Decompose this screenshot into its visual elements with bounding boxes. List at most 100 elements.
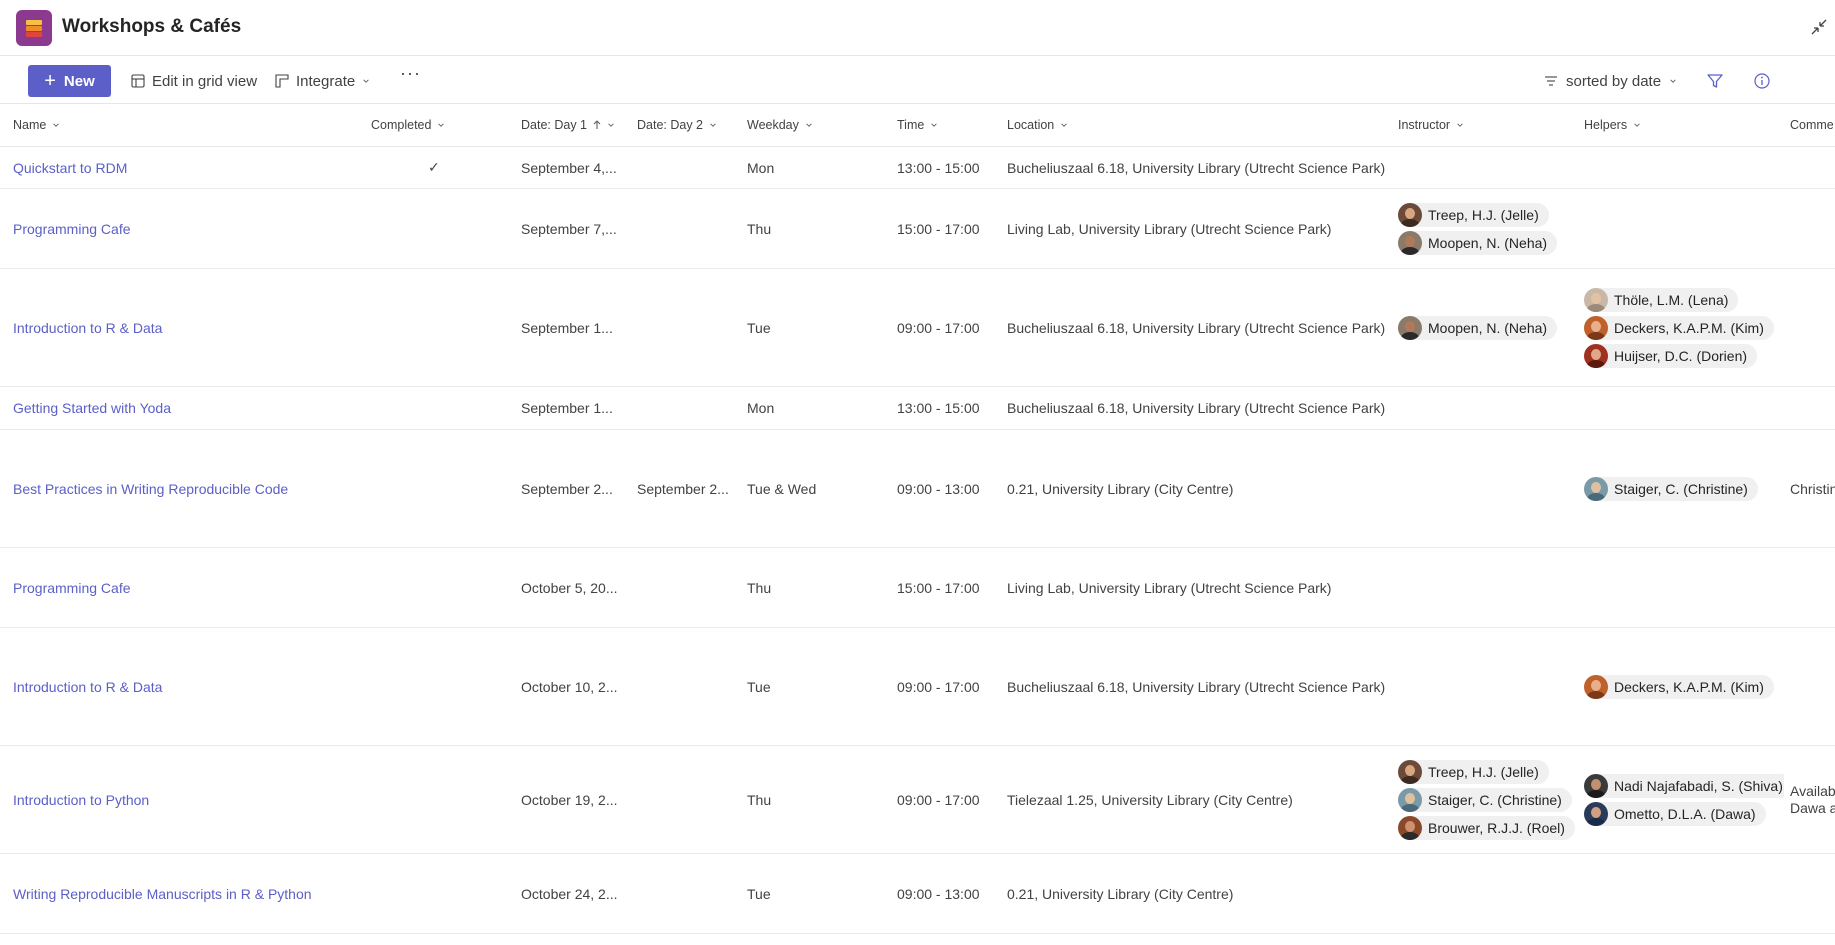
item-name-link[interactable]: Best Practices in Writing Reproducible C… [13, 430, 353, 547]
date-day1-cell: September 4,... [521, 159, 617, 176]
item-name-link[interactable]: Getting Started with Yoda [13, 387, 353, 429]
column-header-row: Name Completed Date: Day 1 Date: Day 2 W… [0, 105, 1835, 147]
page-title: Workshops & Cafés [62, 16, 242, 37]
chevron-down-icon [1670, 79, 1676, 83]
sort-label: sorted by date [1566, 72, 1662, 90]
column-header-helpers[interactable]: Helpers [1584, 118, 1641, 132]
person-chip[interactable]: Huijser, D.C. (Dorien) [1584, 343, 1758, 368]
location-cell: Bucheliuszaal 6.18, University Library (… [1007, 678, 1386, 695]
person-chip[interactable]: Nadi Najafabadi, S. (Shiva) [1584, 773, 1784, 798]
person-chip[interactable]: Treep, H.J. (Jelle) [1398, 202, 1549, 227]
time-cell: 09:00 - 17:00 [897, 678, 980, 695]
item-name-link[interactable]: Introduction to R & Data [13, 269, 353, 386]
location-cell: 0.21, University Library (City Centre) [1007, 480, 1234, 497]
table-row[interactable]: Introduction to Python October 19, 2... … [0, 746, 1835, 854]
person-chip[interactable]: Deckers, K.A.P.M. (Kim) [1584, 674, 1774, 699]
chevron-down-icon [438, 123, 445, 127]
column-header-completed[interactable]: Completed [371, 118, 445, 132]
instructor-cell: Treep, H.J. (Jelle) Moopen, N. (Neha) [1398, 189, 1580, 268]
location-cell: Living Lab, University Library (Utrecht … [1007, 220, 1332, 237]
person-chip[interactable]: Ometto, D.L.A. (Dawa) [1584, 801, 1766, 826]
column-header-name[interactable]: Name [13, 118, 60, 132]
integrate-button[interactable]: Integrate [275, 65, 370, 97]
weekday-cell: Thu [747, 220, 772, 237]
weekday-cell: Tue [747, 678, 771, 695]
column-header-location[interactable]: Location [1007, 118, 1068, 132]
time-cell: 09:00 - 17:00 [897, 319, 980, 336]
info-icon[interactable] [1752, 71, 1772, 91]
column-header-weekday[interactable]: Weekday [747, 118, 813, 132]
app-logo-icon [16, 10, 52, 46]
table-row[interactable]: Quickstart to RDM ✓ September 4,... Mon … [0, 147, 1835, 189]
table-row[interactable]: Getting Started with Yoda September 1...… [0, 387, 1835, 430]
person-chip[interactable]: Treep, H.J. (Jelle) [1398, 759, 1549, 784]
table-row[interactable]: Programming Cafe September 7,... Thu 15:… [0, 189, 1835, 269]
column-header-date-day1[interactable]: Date: Day 1 [521, 118, 615, 132]
person-chip[interactable]: Staiger, C. (Christine) [1398, 787, 1572, 812]
date-day1-cell: September 7,... [521, 220, 617, 237]
chevron-down-icon [931, 123, 938, 127]
chevron-down-icon [53, 123, 60, 127]
chevron-down-icon [608, 123, 614, 127]
table-row[interactable]: Introduction to R & Data September 1... … [0, 269, 1835, 387]
weekday-cell: Thu [747, 579, 772, 596]
avatar [1398, 787, 1422, 812]
avatar [1584, 315, 1608, 340]
person-chip[interactable]: Brouwer, R.J.J. (Roel) [1398, 815, 1575, 840]
integrate-icon [275, 74, 289, 88]
column-header-comments[interactable]: Comme [1790, 118, 1834, 132]
location-cell: Bucheliuszaal 6.18, University Library (… [1007, 159, 1386, 176]
chevron-down-icon [1457, 123, 1463, 127]
comment-text: Availab Dawa a [1790, 782, 1835, 816]
avatar [1584, 773, 1608, 798]
column-header-instructor[interactable]: Instructor [1398, 118, 1464, 132]
table-row[interactable]: Introduction to R & Data October 10, 2..… [0, 628, 1835, 746]
time-cell: 15:00 - 17:00 [897, 220, 980, 237]
command-bar: + New Edit in grid view Integrate ··· so… [0, 57, 1835, 104]
date-day2-cell [637, 147, 737, 188]
item-name-link[interactable]: Introduction to Python [13, 746, 353, 853]
plus-icon: + [44, 70, 56, 92]
person-chip[interactable]: Thöle, L.M. (Lena) [1584, 287, 1739, 312]
column-header-date-day2[interactable]: Date: Day 2 [637, 118, 717, 132]
avatar [1398, 815, 1422, 840]
avatar [1398, 759, 1422, 784]
collapse-icon[interactable] [1808, 16, 1830, 38]
person-chip[interactable]: Staiger, C. (Christine) [1584, 476, 1758, 501]
edit-grid-view-button[interactable]: Edit in grid view [131, 65, 257, 97]
person-chip[interactable]: Deckers, K.A.P.M. (Kim) [1584, 315, 1774, 340]
item-name-link[interactable]: Quickstart to RDM [13, 147, 353, 188]
person-chip[interactable]: Moopen, N. (Neha) [1398, 315, 1558, 340]
helpers-cell: Deckers, K.A.P.M. (Kim) [1584, 628, 1784, 745]
location-cell: 0.21, University Library (City Centre) [1007, 885, 1234, 902]
table-row[interactable]: Programming Cafe October 5, 20... Thu 15… [0, 548, 1835, 628]
time-cell: 13:00 - 15:00 [897, 400, 980, 416]
item-name-link[interactable]: Writing Reproducible Manuscripts in R & … [13, 854, 353, 933]
column-header-time[interactable]: Time [897, 118, 938, 132]
table-row[interactable]: Best Practices in Writing Reproducible C… [0, 430, 1835, 548]
more-options-button[interactable]: ··· [400, 63, 421, 84]
item-name-link[interactable]: Introduction to R & Data [13, 628, 353, 745]
time-cell: 09:00 - 13:00 [897, 480, 980, 497]
sort-dropdown[interactable]: sorted by date [1544, 65, 1677, 97]
table-row[interactable]: Writing Reproducible Manuscripts in R & … [0, 854, 1835, 934]
sort-lines-icon [1545, 76, 1557, 86]
avatar [1398, 202, 1422, 227]
date-day1-cell: October 24, 2... [521, 885, 618, 902]
weekday-cell: Thu [747, 791, 772, 808]
chevron-down-icon [710, 123, 716, 127]
avatar [1584, 476, 1608, 501]
item-name-link[interactable]: Programming Cafe [13, 548, 353, 627]
weekday-cell: Tue & Wed [747, 480, 817, 497]
new-button[interactable]: + New [28, 65, 111, 97]
avatar [1584, 801, 1608, 826]
filter-icon[interactable] [1705, 71, 1725, 91]
person-chip[interactable]: Moopen, N. (Neha) [1398, 230, 1558, 255]
item-name-link[interactable]: Programming Cafe [13, 189, 353, 268]
helpers-cell: Staiger, C. (Christine) [1584, 430, 1784, 547]
title-bar: Workshops & Cafés [0, 0, 1835, 56]
date-day1-cell: October 5, 20... [521, 579, 618, 596]
sort-ascending-icon [593, 120, 601, 129]
time-cell: 09:00 - 17:00 [897, 791, 980, 808]
location-cell: Tielezaal 1.25, University Library (City… [1007, 791, 1293, 808]
